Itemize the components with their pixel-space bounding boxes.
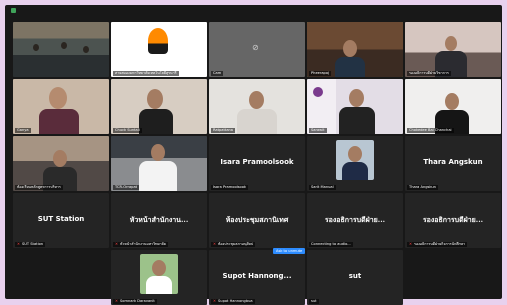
participant-name: Thara Angskun [407,185,438,190]
avatar [336,140,374,180]
participant-tile[interactable]: รองอธิการบดีฝ่าย... Connecting to audio.… [307,193,403,248]
participant-tile[interactable]: Sarit Manual [307,136,403,191]
participant-display-name: หัวหน้าสำนักงาน... [129,215,189,224]
mic-muted-icon: ✕ [213,242,217,246]
participant-name: ห้องเรียนหลักสูตรการบริหาร [15,185,63,190]
participant-name: Chokedee Bai Chanchai [407,128,454,133]
participant-name: sut [309,299,319,304]
participant-tile[interactable]: Thara Angskun Thara Angskun [405,136,501,191]
participant-name: Ratpattana [211,128,236,133]
participant-name: ✕ ห้องประชุมสภาอนุศิลป [211,242,256,247]
avatar [140,254,178,294]
participant-tile[interactable]: SUT Station ✕ SUT Station [13,193,109,248]
participant-tile[interactable]: รองอธิการบดีฝ่าย... ✕ รองอธิการบดีฝ่ายกิจ… [405,193,501,248]
participant-name: Isara Pramoolsook [211,185,248,190]
participant-tile[interactable]: Ratpattana [209,79,305,134]
participant-display-name: Supot Hannong... [222,272,292,280]
participant-tile[interactable]: รองอธิการบดีฝ่ายวิชาการ [405,22,501,77]
participant-name: ✕ SUT Station [15,242,46,247]
university-logo [148,28,168,54]
participant-tile[interactable]: Chokedee Bai Chanchai [405,79,501,134]
top-bar [5,5,502,17]
participant-tile[interactable]: ห้องเรียนหลักสูตรการบริหาร [13,136,109,191]
ask-to-unmute-button[interactable]: Ask to unmute [273,248,306,254]
participant-grid: สายสมองมหาวิทยาลัยเทคโนโลยีสุรนารี ⊘ Cam… [13,22,504,305]
participant-tile[interactable]: Ganya [13,79,109,134]
camera-off-icon: ⊘ [252,43,259,52]
participant-name: ✕ Somnark Daravanit [113,299,157,304]
conference-logo [313,87,323,97]
participant-name: Chuck Suntali [113,128,142,133]
participant-tile[interactable]: สายสมองมหาวิทยาลัยเทคโนโลยีสุรนารี [111,22,207,77]
participant-name: ✕ Supot Hannongbua [211,299,255,304]
participant-tile[interactable]: TCR-Orrapat [111,136,207,191]
participant-display-name: SUT Station [37,215,85,223]
mic-muted-icon: ✕ [213,299,217,303]
participant-tile[interactable]: ⊘ Cam [209,22,305,77]
participant-name: ✕ รองอธิการบดีฝ่ายกิจการนักศึกษา [407,242,468,247]
participant-tile[interactable]: ✕ Somnark Daravanit [111,250,207,305]
mic-muted-icon: ✕ [115,242,119,246]
participant-tile[interactable]: หัวหน้าสำนักงาน... ✕ หัวหน้าสำนักงานมหาวิ… [111,193,207,248]
participant-display-name: รองอธิการบดีฝ่าย... [324,215,386,224]
participant-display-name: ห้องประชุมสภานิเทศ [225,215,289,224]
participant-tile[interactable]: Sarawit [307,79,403,134]
mic-muted-icon: ✕ [409,242,413,246]
participant-display-name: รองอธิการบดีฝ่าย... [422,215,484,224]
shield-icon[interactable] [11,8,16,13]
participant-name: Cam [211,71,224,76]
participant-tile[interactable] [13,22,109,77]
participant-name: สายสมองมหาวิทยาลัยเทคโนโลยีสุรนารี [113,71,179,76]
mic-muted-icon: ✕ [115,299,119,303]
participant-name: Connecting to audio... [309,242,353,247]
participant-name: Ganya [15,128,31,133]
participant-name: Sarit Manual [309,185,336,190]
participant-name: TCR-Orrapat [113,185,140,190]
mic-muted-icon: ✕ [17,242,21,246]
participant-tile[interactable]: Isara Pramoolsook Isara Pramoolsook [209,136,305,191]
meeting-window: สายสมองมหาวิทยาลัยเทคโนโลยีสุรนารี ⊘ Cam… [5,5,504,305]
participant-name: Pheerapoj [309,71,332,76]
participant-tile[interactable]: ห้องประชุมสภานิเทศ ✕ ห้องประชุมสภาอนุศิลป [209,193,305,248]
participant-name: รองอธิการบดีฝ่ายวิชาการ [407,71,451,76]
video-feed [13,22,109,77]
participant-display-name: Isara Pramoolsook [220,158,294,166]
participant-tile[interactable]: sut sut [307,250,403,305]
participant-name: ✕ หัวหน้าสำนักงานมหาวิทยาลัย [113,242,168,247]
participant-tile[interactable]: Supot Hannong... ✕ Supot Hannongbua [209,250,305,305]
participant-display-name: sut [348,272,362,280]
participant-tile[interactable]: Chuck Suntali [111,79,207,134]
participant-tile[interactable]: Pheerapoj [307,22,403,77]
participant-name: Sarawit [309,128,327,133]
participant-display-name: Thara Angskun [423,158,483,166]
